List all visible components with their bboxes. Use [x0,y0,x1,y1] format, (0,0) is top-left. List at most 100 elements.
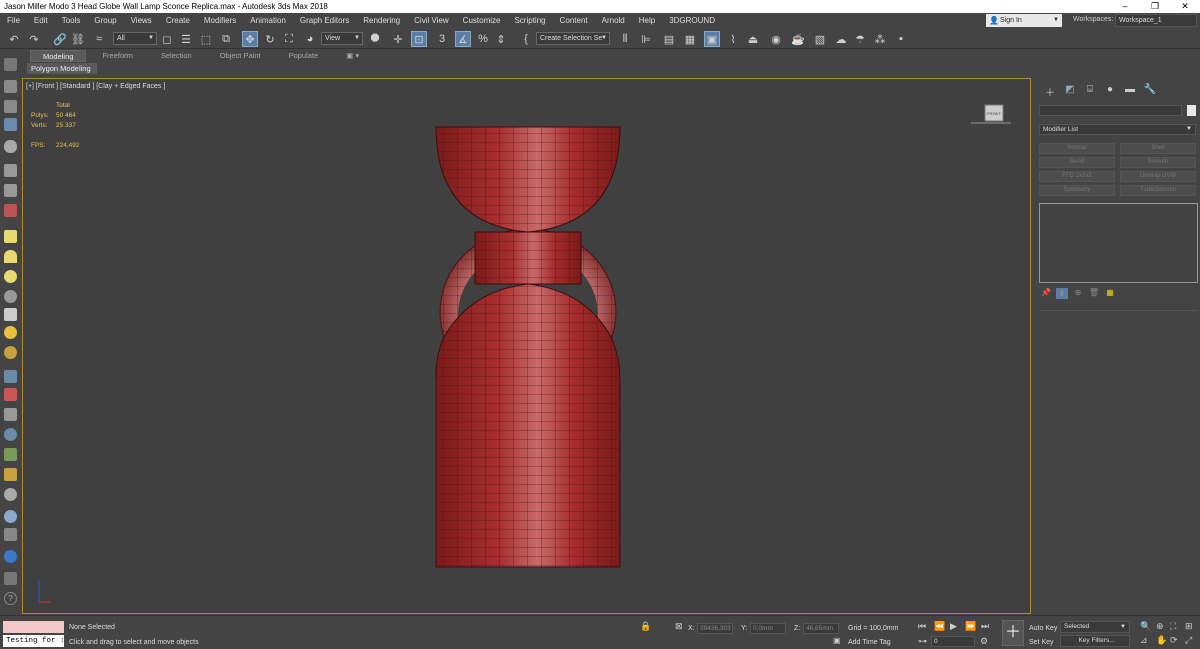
edit-named-selection-icon[interactable]: { [518,31,534,47]
hierarchy-tab-icon[interactable]: ⌸ [1080,84,1100,98]
remove-modifier-icon[interactable]: 🗑 [1088,288,1100,299]
z-coordinate-field[interactable]: 46,65mm [803,623,839,634]
window-crossing-icon[interactable]: ⧉ [218,31,234,47]
make-unique-icon[interactable]: ⊕ [1072,288,1084,299]
go-to-end-icon[interactable]: ⏭ [981,621,989,632]
orbit-icon[interactable]: ⟳ [1170,635,1178,646]
manipulate-icon[interactable]: ✛ [390,31,406,47]
render-setup-icon[interactable]: ☕ [790,31,806,47]
field-of-view-icon[interactable]: ⊿ [1140,635,1148,646]
scene-explorer-toggle-icon[interactable] [4,80,17,93]
spacing-icon[interactable] [4,184,17,197]
menu-views[interactable]: Views [124,13,159,29]
maxscript-input[interactable]: Testing for : [3,635,64,647]
tab-populate[interactable]: Populate [277,50,331,62]
spinner-snap-icon[interactable]: ⇕ [493,31,509,47]
render-in-cloud-icon[interactable]: ⁂ [872,31,888,47]
menu-customize[interactable]: Customize [456,13,508,29]
rectangular-selection-icon[interactable]: ⬚ [198,31,214,47]
animal-icon[interactable] [4,468,17,481]
menu-file[interactable]: File [0,13,27,29]
hemisphere-icon[interactable] [4,250,17,263]
redo-icon[interactable]: ↷ [26,31,42,47]
mirror-icon[interactable]: ⫴ [617,31,633,47]
x-coordinate-field[interactable]: 39436,303 [697,623,733,634]
select-and-place-icon[interactable]: ◕ [302,31,318,47]
percent-snap-icon[interactable]: % [475,31,491,47]
display-tab-icon[interactable]: ▬ [1120,84,1140,98]
modifier-turbosmooth-button[interactable]: TurboSmooth [1120,185,1196,196]
bind-space-warp-icon[interactable]: ≈ [91,31,107,47]
show-end-result-icon[interactable]: ▮ [1056,288,1068,299]
modifier-symmetry-button[interactable]: Symmetry [1039,185,1115,196]
document-icon[interactable] [4,572,17,585]
layer-toggle-icon[interactable] [4,100,17,113]
arnold-render-icon[interactable]: ▪ [893,31,909,47]
absolute-mode-icon[interactable]: ⊠ [675,621,683,632]
modifier-bend-button[interactable]: Bend [1039,157,1115,168]
menu-content[interactable]: Content [553,13,595,29]
menu-tools[interactable]: Tools [55,13,88,29]
pivot-center-icon[interactable]: ⯃ [367,31,383,47]
close-button[interactable]: ✕ [1170,0,1200,13]
keyboard-shortcut-override-icon[interactable]: ⊡ [411,31,427,47]
sphere-icon[interactable] [4,270,17,283]
menu-3dground[interactable]: 3DGROUND [662,13,722,29]
align-icon[interactable]: ⊫ [638,31,654,47]
select-and-rotate-icon[interactable]: ↻ [262,31,278,47]
zoom-extents-icon[interactable]: ⛶ [1170,621,1176,632]
reference-coordinate-select[interactable]: View ▼ [321,32,363,45]
y-coordinate-field[interactable]: 0,0mm [750,623,786,634]
menu-create[interactable]: Create [159,13,197,29]
named-selection-select[interactable]: Create Selection Se ▼ [536,32,610,45]
box-icon[interactable] [4,230,17,243]
modifier-shell-button[interactable]: Shell [1120,143,1196,154]
set-key-button[interactable]: Set Key [1029,639,1054,646]
tab-modeling[interactable]: Modeling [30,50,87,62]
angle-snap-icon[interactable]: ∡ [455,31,471,47]
time-config-icon[interactable]: ⚙ [980,636,988,647]
biped-icon[interactable] [4,408,17,421]
bubble-icon[interactable] [4,510,17,523]
paint-icon[interactable] [4,388,17,401]
particle-icon[interactable] [4,370,17,383]
menu-group[interactable]: Group [87,13,123,29]
gear-icon[interactable] [4,346,17,359]
object-name-field[interactable] [1039,105,1182,116]
snaps-toggle-icon[interactable]: 3 [434,31,450,47]
toggle-ribbon-icon[interactable]: ▣ [704,31,720,47]
toggle-icon[interactable] [4,550,17,563]
schematic-view-icon[interactable]: ⏏ [745,31,761,47]
key-mode-icon[interactable]: ⊶ [918,636,927,647]
tools-icon[interactable] [4,204,17,217]
scene-explorer-icon[interactable]: ▤ [661,31,677,47]
object-color-swatch[interactable] [1187,105,1196,116]
menu-graph-editors[interactable]: Graph Editors [293,13,356,29]
maximize-viewport-icon[interactable]: ⤢ [1185,635,1192,646]
menu-animation[interactable]: Animation [243,13,293,29]
menu-modifiers[interactable]: Modifiers [197,13,243,29]
menu-rendering[interactable]: Rendering [356,13,407,29]
render-production-icon[interactable]: ☁ [833,31,849,47]
menu-scripting[interactable]: Scripting [507,13,552,29]
select-and-move-icon[interactable]: ✥ [242,31,258,47]
modifier-ffd-button[interactable]: FFD 2x2x2 [1039,171,1115,182]
time-tag-icon[interactable]: ▣ [833,636,841,645]
configure-sets-icon[interactable]: ▦ [1104,288,1116,299]
select-and-scale-icon[interactable]: ⛶ [281,31,297,47]
modifier-list-select[interactable]: Modifier List ▼ [1039,124,1196,135]
menu-civil-view[interactable]: Civil View [407,13,456,29]
render-iterative-icon[interactable]: ☂ [852,31,868,47]
viewport-front[interactable]: [+] [Front ] [Standard ] [Clay + Edged F… [22,78,1031,614]
modifier-normal-button[interactable]: Normal [1039,143,1115,154]
zoom-all-icon[interactable]: ⊕ [1156,621,1164,632]
rendered-frame-window-icon[interactable]: ▧ [812,31,828,47]
add-time-tag[interactable]: Add Time Tag [848,639,891,646]
curve-editor-icon[interactable]: ⌇ [725,31,741,47]
restore-button[interactable]: ❐ [1140,0,1170,13]
light-icon[interactable] [4,140,17,153]
create-tab-icon[interactable]: ＋ [1040,84,1060,99]
sphere-white-icon[interactable] [4,488,17,501]
pin-stack-icon[interactable]: 📌 [1040,288,1052,299]
unlink-icon[interactable]: ⛓ [70,31,86,47]
